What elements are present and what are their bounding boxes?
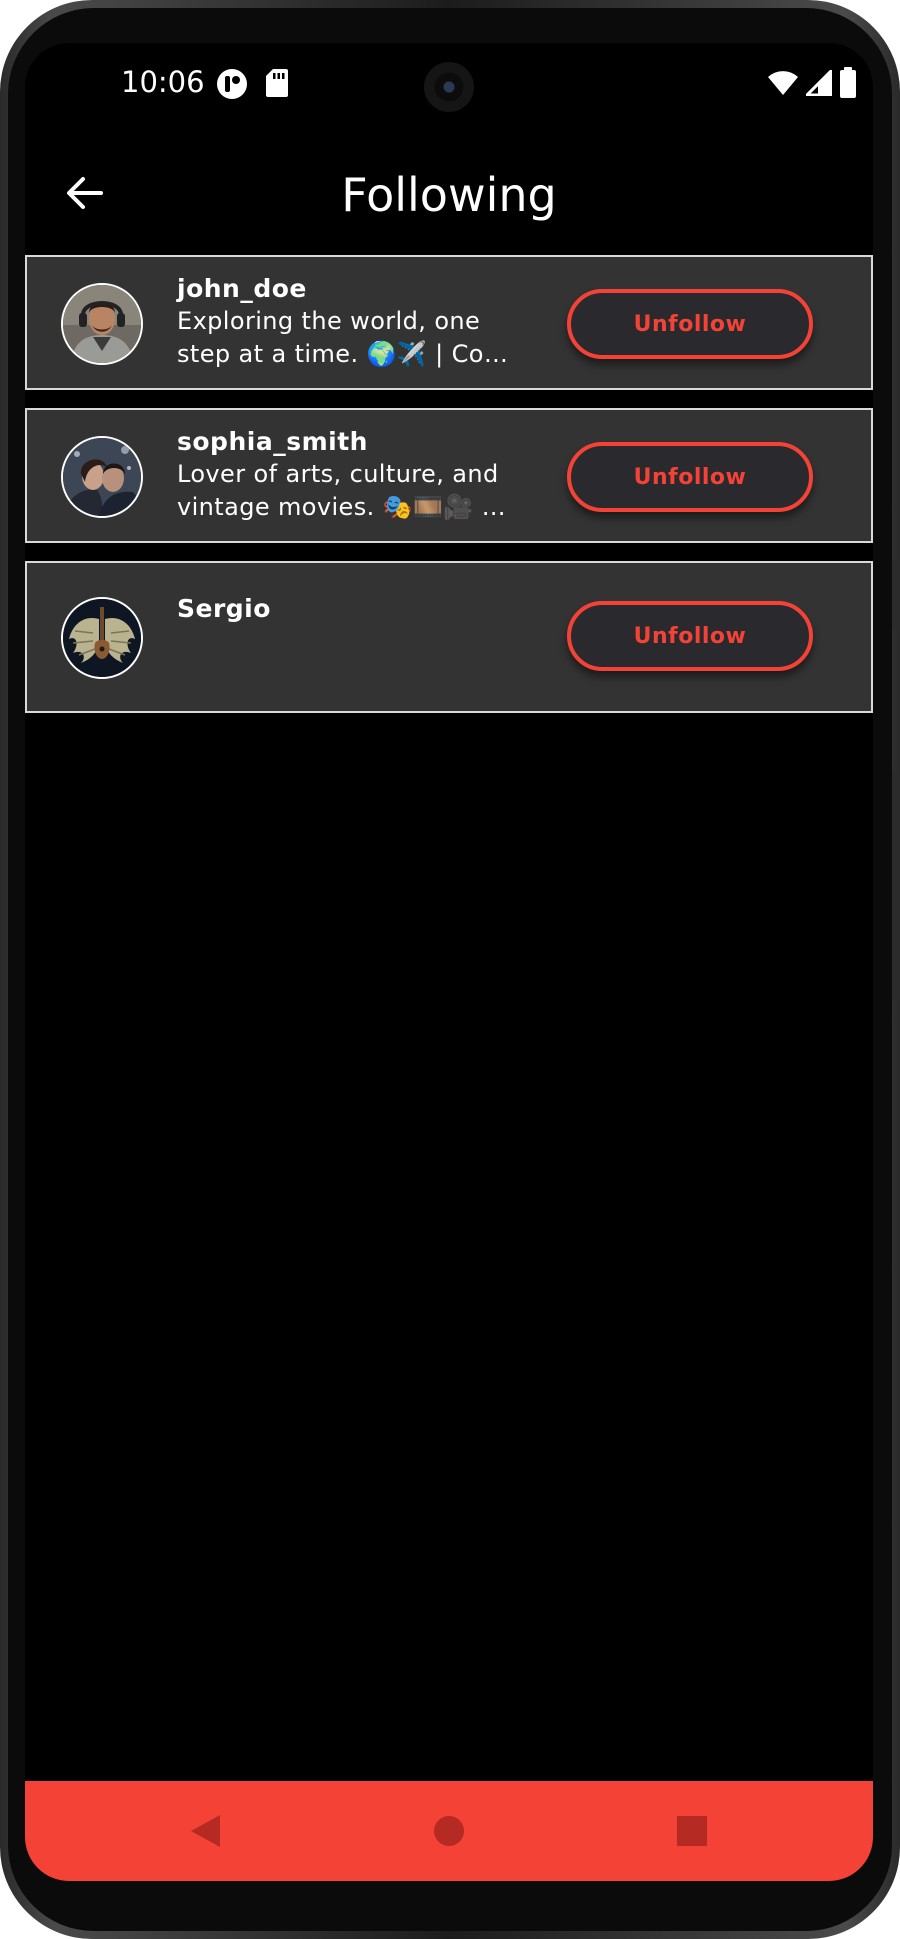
page-title: Following (341, 168, 557, 222)
nav-back-button[interactable] (181, 1807, 229, 1855)
status-time: 10:06 (121, 65, 205, 99)
card-text: sophia_smith Lover of arts, culture, and… (177, 426, 527, 524)
following-item[interactable]: Sergio Unfollow (25, 561, 873, 713)
bio-line: Lover of arts, culture, and (177, 460, 499, 488)
card-text: john_doe Exploring the world, one step a… (177, 273, 527, 371)
nav-recents-button[interactable] (668, 1807, 716, 1855)
app-notification-icon (216, 68, 248, 104)
avatar[interactable] (61, 436, 143, 518)
signal-icon (803, 67, 833, 100)
card-text: Sergio (177, 593, 527, 625)
app-bar: Following (25, 143, 873, 243)
avatar[interactable] (61, 597, 143, 679)
sd-card-icon (265, 68, 289, 102)
volume-button (892, 770, 900, 1000)
screen: 10:06 Following john_doe Exploring the w… (25, 43, 873, 1881)
recents-square-icon (677, 1816, 707, 1846)
home-circle-icon (434, 1816, 464, 1846)
power-button (892, 560, 900, 630)
back-triangle-icon (191, 1815, 220, 1847)
bio-line: vintage movies. 🎭🎞️🎥 … (177, 493, 506, 521)
bio-line: step at a time. 🌍✈️ | Co… (177, 340, 509, 368)
username: sophia_smith (177, 427, 368, 456)
username: Sergio (177, 594, 271, 623)
bio-line: Exploring the world, one (177, 307, 481, 335)
unfollow-button[interactable]: Unfollow (567, 289, 813, 359)
system-nav-bar (25, 1781, 873, 1881)
nav-home-button[interactable] (425, 1807, 473, 1855)
front-camera (424, 62, 474, 112)
status-bar: 10:06 (25, 43, 873, 123)
username: john_doe (177, 274, 307, 303)
following-item[interactable]: sophia_smith Lover of arts, culture, and… (25, 408, 873, 543)
battery-icon (839, 67, 857, 103)
unfollow-button[interactable]: Unfollow (567, 601, 813, 671)
unfollow-button[interactable]: Unfollow (567, 442, 813, 512)
avatar[interactable] (61, 283, 143, 365)
wifi-icon (767, 70, 799, 100)
following-item[interactable]: john_doe Exploring the world, one step a… (25, 255, 873, 390)
